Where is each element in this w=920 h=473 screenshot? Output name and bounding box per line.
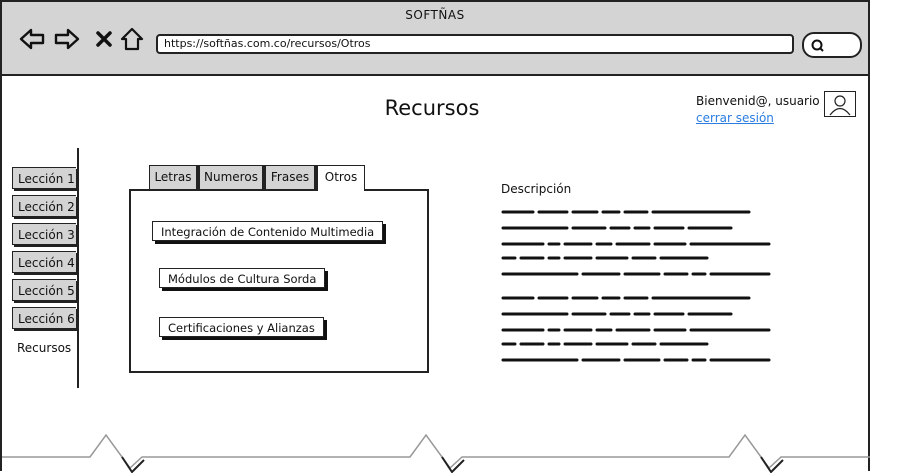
close-icon[interactable] <box>90 26 118 52</box>
resource-button-certificaciones[interactable]: Certificaciones y Alianzas <box>159 317 324 337</box>
browser-toolbar: SOFTÑAS https://softñas.com.co/recursos/… <box>2 2 868 76</box>
tab-otros[interactable]: Otros <box>317 165 365 191</box>
sidebar-item-leccion-5[interactable]: Lección 5 <box>12 279 76 301</box>
back-arrow-icon[interactable] <box>18 26 46 52</box>
sidebar-item-leccion-6[interactable]: Lección 6 <box>12 307 76 329</box>
page-torn-edge <box>2 433 870 473</box>
tab-frases[interactable]: Frases <box>265 165 315 189</box>
description-label: Descripción <box>501 182 572 196</box>
home-icon[interactable] <box>118 26 146 52</box>
page-title: Recursos <box>384 96 480 120</box>
sidebar-item-leccion-3[interactable]: Lección 3 <box>12 223 76 245</box>
tab-letras[interactable]: Letras <box>149 165 197 189</box>
url-input[interactable]: https://softñas.com.co/recursos/Otros <box>156 34 794 54</box>
user-greeting: Bienvenid@, usuario <box>696 94 820 108</box>
sidebar-item-leccion-1[interactable]: Lección 1 <box>12 167 76 189</box>
forward-arrow-icon[interactable] <box>53 26 81 52</box>
logout-link[interactable]: cerrar sesión <box>696 111 774 125</box>
tab-numeros[interactable]: Numeros <box>199 165 263 189</box>
sidebar-item-leccion-2[interactable]: Lección 2 <box>12 195 76 217</box>
description-placeholder-text <box>501 210 771 362</box>
user-icon <box>829 95 851 116</box>
search-button[interactable] <box>802 32 862 58</box>
search-icon <box>811 39 824 52</box>
resource-button-multimedia[interactable]: Integración de Contenido Multimedia <box>152 221 384 241</box>
browser-window: SOFTÑAS https://softñas.com.co/recursos/… <box>0 0 870 473</box>
resource-button-cultura-sorda[interactable]: Módulos de Cultura Sorda <box>159 268 326 288</box>
avatar[interactable] <box>824 91 856 117</box>
sidebar-divider <box>77 148 79 388</box>
sidebar-item-recursos[interactable]: Recursos <box>12 337 76 359</box>
sidebar-item-leccion-4[interactable]: Lección 4 <box>12 251 76 273</box>
window-title: SOFTÑAS <box>405 8 465 22</box>
